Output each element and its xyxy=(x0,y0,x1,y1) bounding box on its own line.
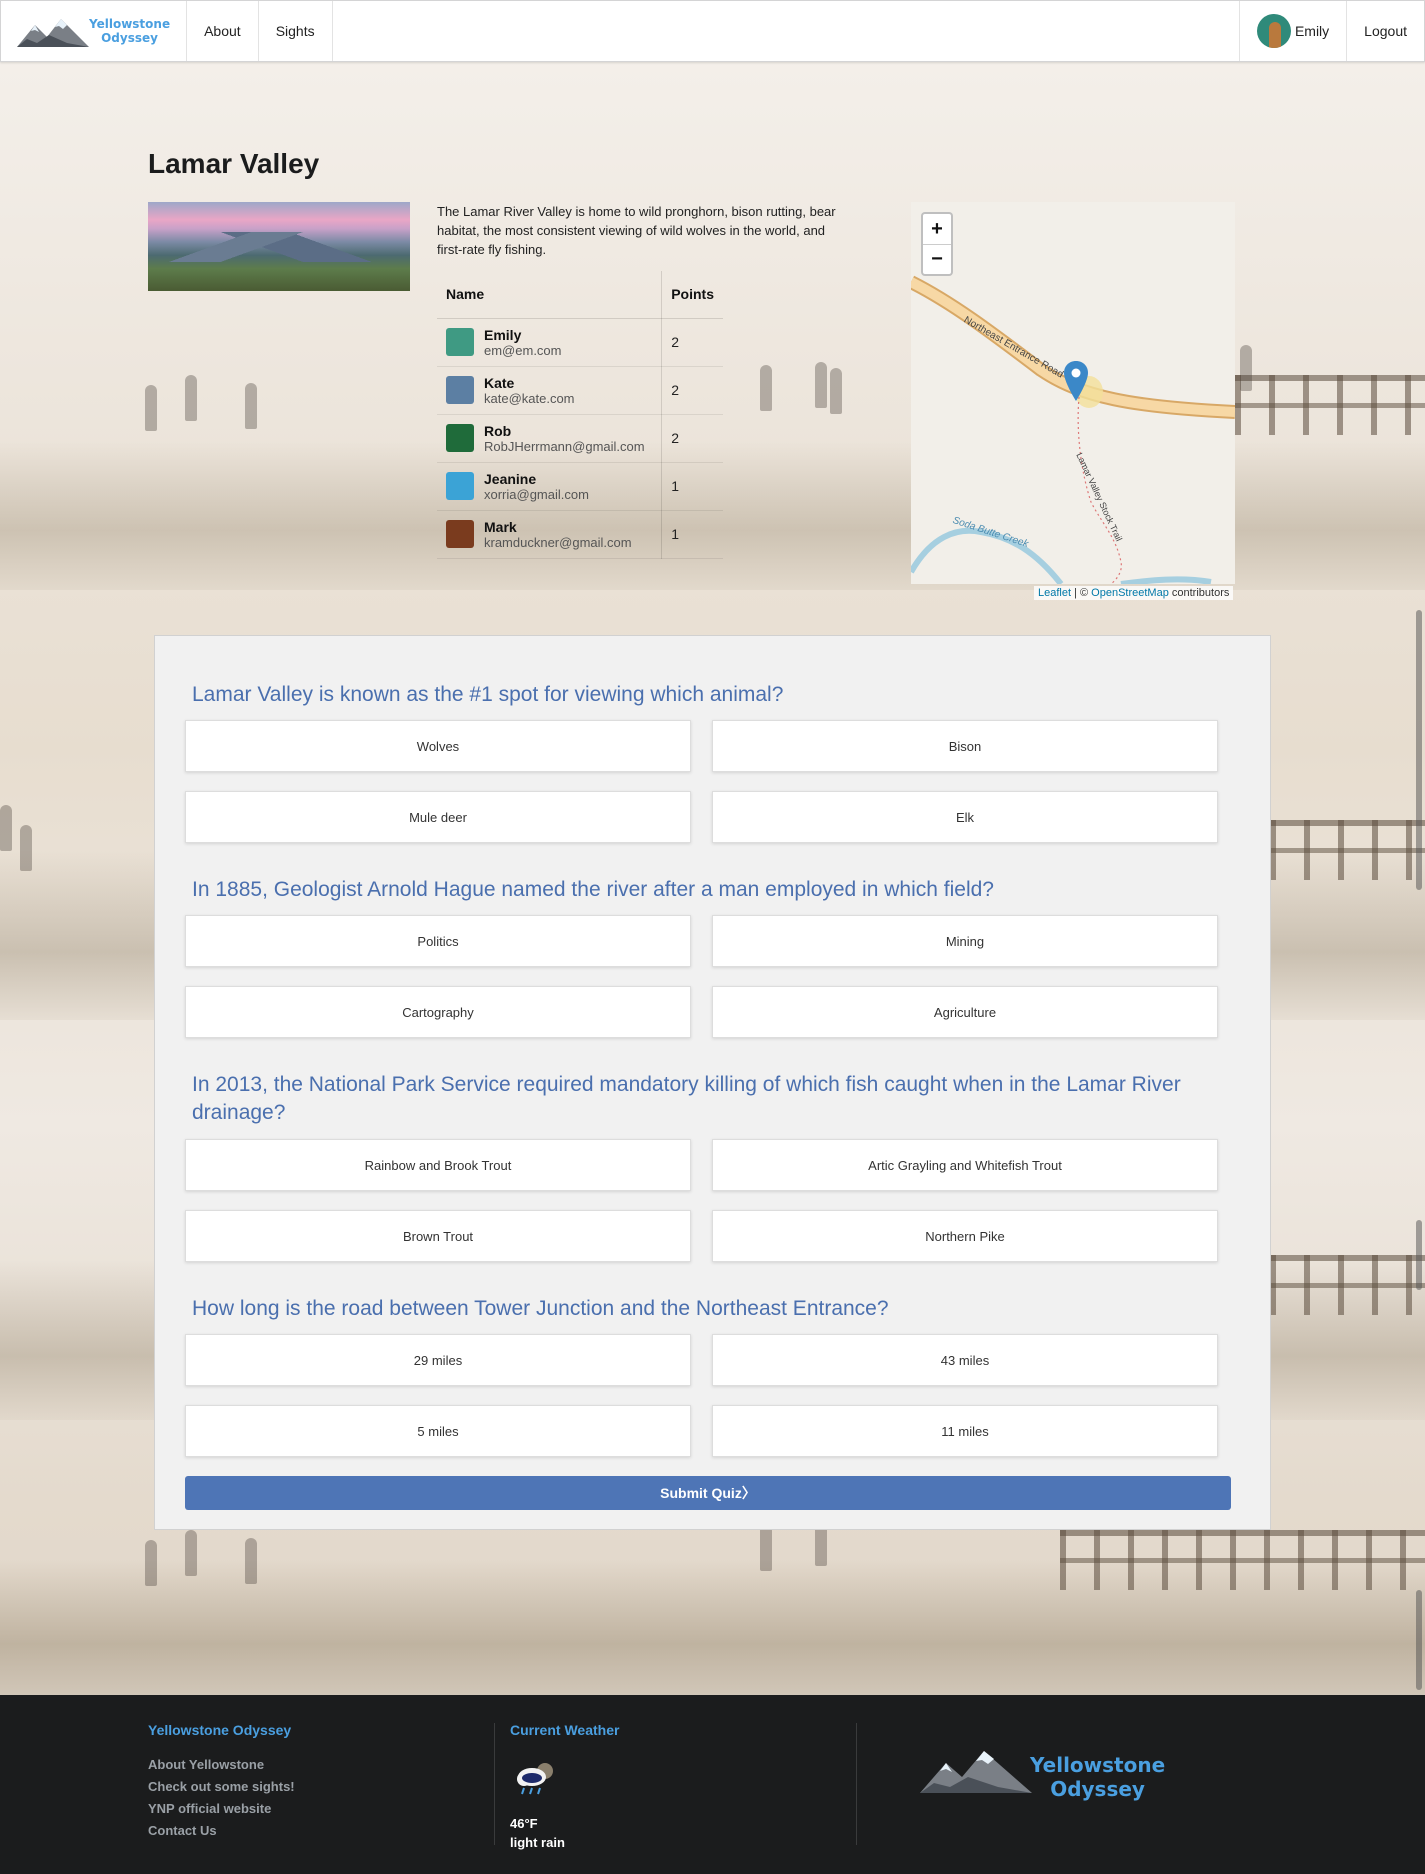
avatar xyxy=(1256,14,1291,48)
table-header-row: Name Points xyxy=(437,271,723,319)
question-3: In 2013, the National Park Service requi… xyxy=(192,1073,1181,1124)
table-row: Jeanine xorria@gmail.com 1 xyxy=(437,462,723,511)
answer-option[interactable]: Brown Trout xyxy=(185,1210,691,1262)
weather-condition: light rain xyxy=(510,1835,565,1850)
nav-username: Emily xyxy=(1294,23,1330,39)
question-1: Lamar Valley is known as the #1 spot for… xyxy=(192,683,784,706)
osm-link[interactable]: OpenStreetMap xyxy=(1091,587,1169,599)
rain-cloud-icon xyxy=(517,1763,553,1795)
avatar xyxy=(446,424,474,452)
answer-option[interactable]: Rainbow and Brook Trout xyxy=(185,1139,691,1191)
table-row: Emily em@em.com 2 xyxy=(437,318,723,367)
table-row: Rob RobJHerrmann@gmail.com 2 xyxy=(437,414,723,463)
avatar xyxy=(446,520,474,548)
leaflet-link[interactable]: Leaflet xyxy=(1038,587,1071,599)
question-2: In 1885, Geologist Arnold Hague named th… xyxy=(192,878,994,901)
answer-option[interactable]: 5 miles xyxy=(185,1405,691,1457)
footer-link-sights[interactable]: Check out some sights! xyxy=(148,1779,295,1794)
location-map[interactable]: Northeast Entrance Road Lamar Valley Sto… xyxy=(911,202,1235,584)
user-email: kramduckner@gmail.com xyxy=(484,534,632,550)
user-points: 2 xyxy=(661,414,723,463)
user-points: 1 xyxy=(661,462,723,511)
user-name: Kate xyxy=(484,374,515,391)
answer-option[interactable]: 43 miles xyxy=(712,1334,1218,1386)
user-name: Jeanine xyxy=(484,470,537,487)
answer-option[interactable]: Mining xyxy=(712,915,1218,967)
answer-option[interactable]: 29 miles xyxy=(185,1334,691,1386)
user-email: RobJHerrmann@gmail.com xyxy=(484,438,645,454)
scrollbar[interactable] xyxy=(1416,1590,1422,1690)
user-email: kate@kate.com xyxy=(484,390,575,406)
map-marker-icon[interactable] xyxy=(1064,361,1088,401)
top-navbar: Yellowstone Odyssey About Sights Emily L… xyxy=(0,0,1425,62)
zoom-out-button[interactable]: − xyxy=(923,244,951,274)
submit-quiz-button[interactable]: Submit Quiz〉 xyxy=(185,1476,1231,1510)
scrollbar[interactable] xyxy=(1416,1220,1422,1290)
weather-temperature: 46°F xyxy=(510,1816,538,1831)
answer-option[interactable]: Agriculture xyxy=(712,986,1218,1038)
answer-option[interactable]: Elk xyxy=(712,791,1218,843)
leaderboard-table: Name Points Emily em@em.com 2 Kate kate@kate… xyxy=(437,271,723,559)
nav-user-menu[interactable]: Emily xyxy=(1238,1,1346,61)
user-email: xorria@gmail.com xyxy=(484,486,589,502)
avatar xyxy=(446,472,474,500)
brand-line2: Odyssey xyxy=(101,31,158,45)
user-points: 1 xyxy=(661,510,723,559)
user-points: 2 xyxy=(661,366,723,415)
page-title: Lamar Valley xyxy=(148,148,320,179)
footer-logo-text: Yellowstone Odyssey xyxy=(1030,1753,1166,1801)
table-row: Mark kramduckner@gmail.com 1 xyxy=(437,510,723,559)
nav-logout[interactable]: Logout xyxy=(1346,1,1424,61)
answer-option[interactable]: Bison xyxy=(712,720,1218,772)
answer-option[interactable]: Mule deer xyxy=(185,791,691,843)
map-attribution: Leaflet | © OpenStreetMap contributors xyxy=(1034,586,1234,600)
footer-brand-title: Yellowstone Odyssey xyxy=(148,1722,292,1738)
nav-about[interactable]: About xyxy=(187,1,259,61)
answer-option[interactable]: Wolves xyxy=(185,720,691,772)
user-name: Emily xyxy=(484,326,522,343)
sight-description: The Lamar River Valley is home to wild p… xyxy=(437,204,836,257)
sight-photo xyxy=(148,202,410,291)
answer-option[interactable]: Cartography xyxy=(185,986,691,1038)
nav-sights[interactable]: Sights xyxy=(259,1,333,61)
mountain-logo-icon xyxy=(920,1751,1032,1793)
answer-option[interactable]: Politics xyxy=(185,915,691,967)
answer-option[interactable]: 11 miles xyxy=(712,1405,1218,1457)
question-4: How long is the road between Tower Junct… xyxy=(192,1297,889,1320)
table-row: Kate kate@kate.com 2 xyxy=(437,366,723,415)
zoom-control: + − xyxy=(921,212,953,276)
user-points: 2 xyxy=(661,318,723,367)
answer-option[interactable]: Northern Pike xyxy=(712,1210,1218,1262)
mountain-logo-icon xyxy=(17,19,89,47)
scrollbar[interactable] xyxy=(1416,610,1422,890)
answer-option[interactable]: Artic Grayling and Whitefish Trout xyxy=(712,1139,1218,1191)
avatar xyxy=(446,376,474,404)
quiz-panel: Lamar Valley is known as the #1 spot for… xyxy=(154,635,1271,1530)
avatar xyxy=(446,328,474,356)
footer-link-ynp[interactable]: YNP official website xyxy=(148,1801,271,1816)
zoom-in-button[interactable]: + xyxy=(923,214,951,244)
user-name: Mark xyxy=(484,518,517,535)
column-header-name: Name xyxy=(437,271,663,319)
brand-line1: Yellowstone xyxy=(89,17,171,31)
user-email: em@em.com xyxy=(484,342,562,358)
footer: Yellowstone Odyssey About Yellowstone Ch… xyxy=(0,1695,1425,1874)
brand-logo[interactable]: Yellowstone Odyssey xyxy=(1,1,188,61)
footer-link-contact[interactable]: Contact Us xyxy=(148,1823,217,1838)
footer-link-about[interactable]: About Yellowstone xyxy=(148,1757,264,1772)
user-name: Rob xyxy=(484,422,512,439)
column-header-points: Points xyxy=(661,271,723,319)
weather-title: Current Weather xyxy=(510,1722,620,1738)
